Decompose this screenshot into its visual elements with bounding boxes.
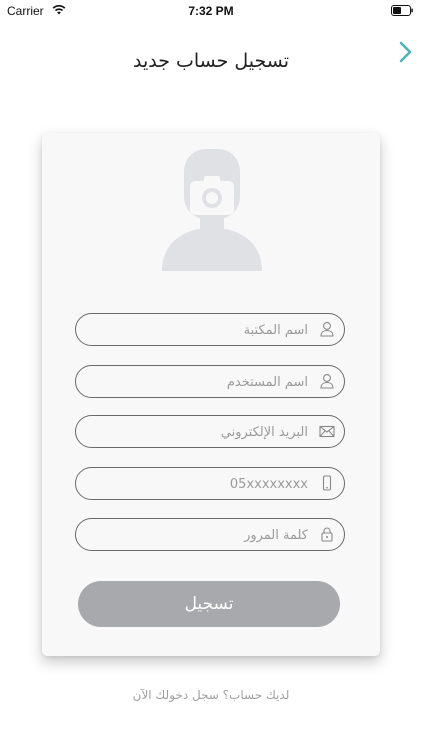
user-camera-avatar-icon[interactable] — [160, 147, 264, 275]
username-input[interactable] — [96, 366, 310, 399]
register-button[interactable]: تسجيل — [78, 581, 340, 627]
envelope-icon — [319, 425, 335, 438]
password-input[interactable] — [96, 519, 310, 552]
phone-input[interactable] — [96, 468, 310, 501]
username-field[interactable] — [75, 365, 345, 399]
mobile-phone-icon — [322, 475, 332, 491]
user-icon — [320, 374, 334, 389]
password-field[interactable] — [75, 518, 345, 552]
clock: 7:32 PM — [188, 4, 234, 18]
email-input[interactable] — [96, 416, 310, 449]
battery-icon — [391, 5, 413, 16]
page-title: تسجيل حساب جديد — [132, 50, 290, 72]
login-link[interactable]: لديك حساب؟ سجل دخولك الآن — [0, 688, 422, 702]
email-field[interactable] — [75, 415, 345, 449]
library-name-input[interactable] — [96, 314, 310, 347]
status-bar: Carrier 7:32 PM — [0, 0, 422, 22]
registration-card: تسجيل — [42, 133, 380, 656]
lock-icon — [321, 527, 333, 542]
library-name-field[interactable] — [75, 313, 345, 347]
phone-field[interactable] — [75, 467, 345, 501]
user-icon — [320, 322, 334, 337]
